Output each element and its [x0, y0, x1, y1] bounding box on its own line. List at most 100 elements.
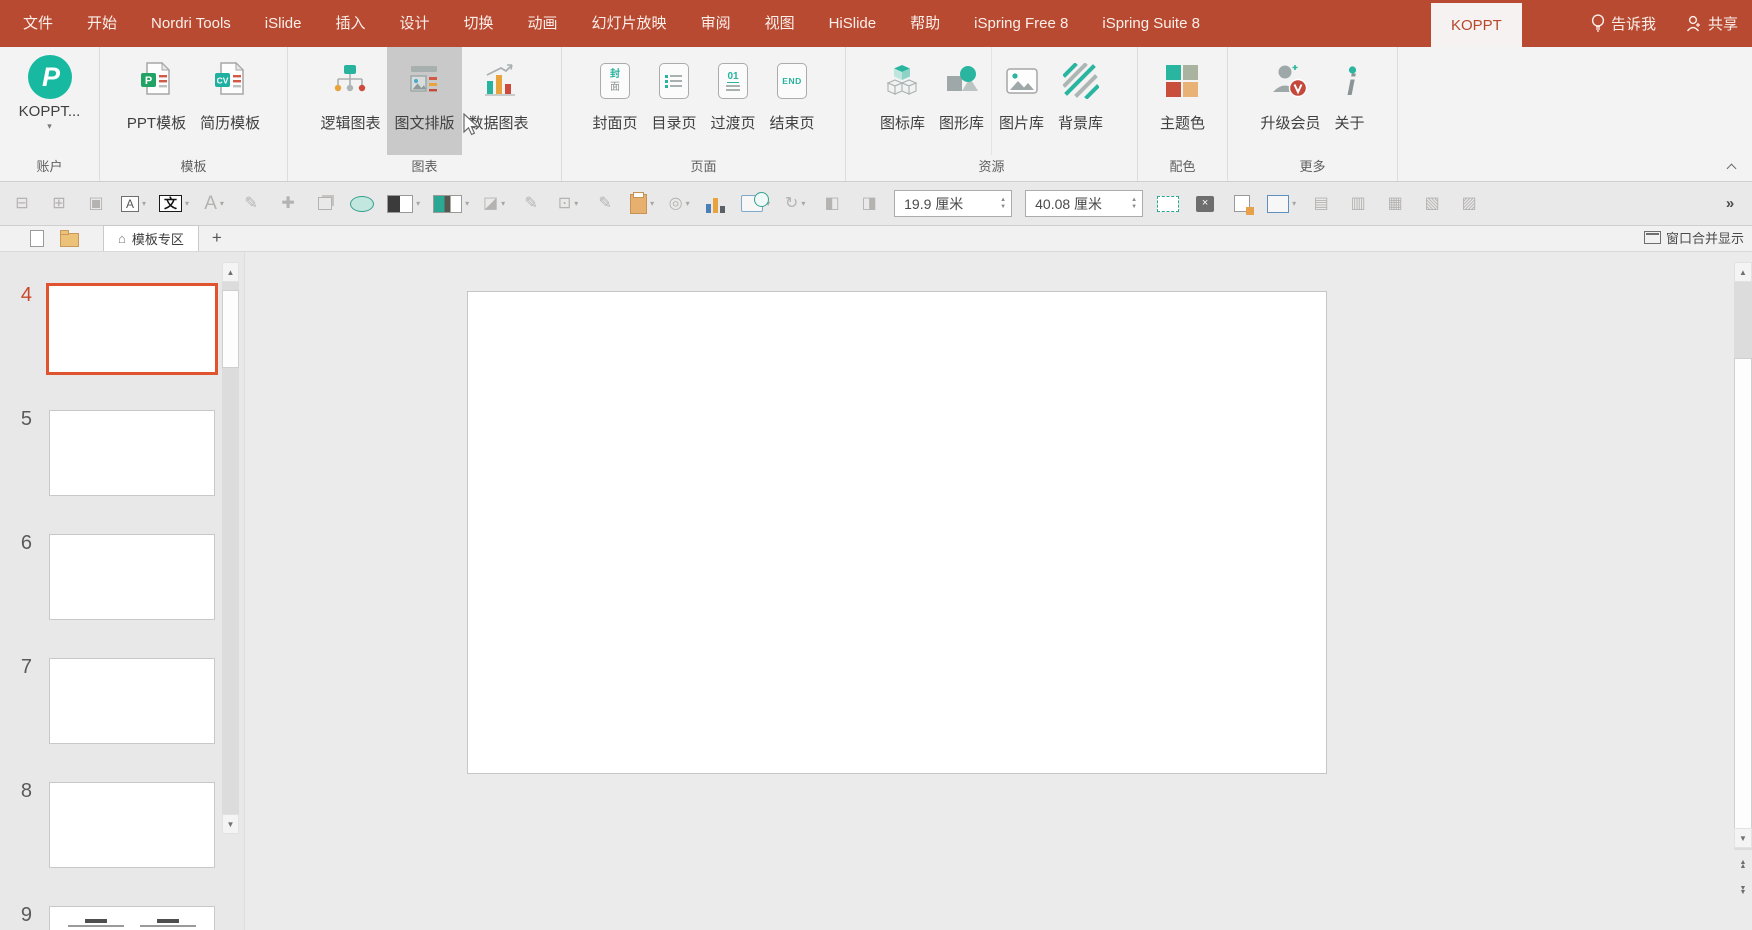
- textbox-style-icon[interactable]: A ▾: [121, 189, 146, 219]
- transition-page-button[interactable]: 01 过渡页: [704, 47, 763, 155]
- arrange-grid-icon[interactable]: ▧: [1420, 189, 1444, 219]
- theme-color-grid-icon: [1165, 55, 1199, 107]
- swap-objects-icon[interactable]: ▨: [1457, 189, 1481, 219]
- menu-tab[interactable]: iSlide: [248, 0, 319, 47]
- image-text-layout-button[interactable]: 图文排版: [387, 47, 461, 155]
- shape-lens-icon[interactable]: ▾: [741, 189, 770, 219]
- data-chart-button[interactable]: 数据图表: [462, 47, 536, 155]
- menu-tab[interactable]: iSpring Free 8: [957, 0, 1085, 47]
- menu-tab[interactable]: iSpring Suite 8: [1085, 0, 1217, 47]
- thumbnail-scrollbar[interactable]: ▲ ▼: [222, 262, 239, 832]
- resume-template-button[interactable]: CV 简历模板: [193, 47, 267, 155]
- slide-thumbnail[interactable]: [49, 410, 215, 496]
- align-doc-left-icon[interactable]: ▤: [1309, 189, 1333, 219]
- slide-thumbnail[interactable]: [49, 906, 215, 930]
- editor-scroll-down-icon[interactable]: ▼: [1734, 828, 1752, 848]
- fill-theme-swatch-icon[interactable]: ▾: [433, 189, 469, 219]
- background-library-button[interactable]: 背景库: [1051, 47, 1110, 155]
- menu-tab[interactable]: 审阅: [684, 0, 748, 47]
- slide-thumbnail[interactable]: [49, 782, 215, 868]
- slide-canvas[interactable]: [467, 291, 1327, 774]
- upgrade-member-button[interactable]: 升级会员: [1253, 47, 1327, 155]
- end-page-button[interactable]: END 结束页: [763, 47, 822, 155]
- duplicate-object-icon[interactable]: [313, 189, 337, 219]
- format-brush-icon[interactable]: ✎: [239, 189, 263, 219]
- cover-page-button[interactable]: 封面 封面页: [585, 47, 644, 155]
- distribute-shapes-icon[interactable]: ⊞: [47, 189, 71, 219]
- paint-bucket-icon[interactable]: ◪ ▾: [482, 189, 506, 219]
- height-spinner[interactable]: ▲▼: [1131, 197, 1137, 210]
- width-spinner[interactable]: ▲▼: [1000, 197, 1006, 210]
- next-slide-button[interactable]: ▼▼: [1734, 882, 1752, 900]
- koppt-account-button[interactable]: P KOPPT... ▾: [12, 47, 88, 155]
- selection-frame-icon[interactable]: ▾: [1267, 189, 1296, 219]
- eyedropper-icon[interactable]: ✎: [519, 189, 543, 219]
- info-icon: i: [1338, 55, 1362, 107]
- editor-scroll-up-icon[interactable]: ▲: [1734, 262, 1752, 282]
- previous-slide-button[interactable]: ▲▲: [1734, 856, 1752, 874]
- slide-thumbnail[interactable]: [49, 534, 215, 620]
- shape-width-field[interactable]: 19.9 厘米 ▲▼: [894, 190, 1012, 217]
- mini-chart-icon[interactable]: [704, 189, 728, 219]
- more-tools-icon[interactable]: »: [1718, 189, 1742, 219]
- menu-tab[interactable]: 开始: [70, 0, 134, 47]
- align-doc-right-icon[interactable]: ▦: [1383, 189, 1407, 219]
- menu-tab[interactable]: 视图: [748, 0, 812, 47]
- menu-tab[interactable]: 文件: [6, 0, 70, 47]
- shapes-icon: [943, 55, 979, 107]
- shape-height-field[interactable]: 40.08 厘米 ▲▼: [1025, 190, 1143, 217]
- tab-template-zone[interactable]: ⌂ 模板专区: [103, 225, 199, 251]
- toc-page-button[interactable]: 目录页: [644, 47, 703, 155]
- logic-chart-button[interactable]: 逻辑图表: [313, 47, 387, 155]
- fill-bw-swatch-icon[interactable]: ▾: [387, 189, 420, 219]
- collapse-ribbon-chevron-icon[interactable]: [1727, 162, 1736, 171]
- dropdown-arrow-icon: ▾: [416, 199, 420, 208]
- menu-tab[interactable]: 动画: [511, 0, 575, 47]
- pin-tool-icon[interactable]: ✚: [276, 189, 300, 219]
- open-folder-icon[interactable]: [60, 233, 79, 247]
- menu-tab[interactable]: 帮助: [893, 0, 957, 47]
- thumbnail-scroll-down-icon[interactable]: ▼: [222, 814, 239, 834]
- dropdown-arrow-icon: ▾: [142, 199, 146, 208]
- eyedropper-alt-icon[interactable]: ✎: [593, 189, 617, 219]
- menu-tab[interactable]: 插入: [318, 0, 382, 47]
- window-merge-toggle[interactable]: 窗口合并显示: [1644, 228, 1744, 251]
- add-tab-button[interactable]: +: [199, 228, 235, 251]
- thumbnail-scroll-up-icon[interactable]: ▲: [222, 262, 239, 282]
- merge-shapes-icon[interactable]: ◎ ▾: [667, 189, 691, 219]
- align-doc-center-icon[interactable]: ▥: [1346, 189, 1370, 219]
- about-button[interactable]: i 关于: [1328, 47, 1372, 155]
- new-document-icon[interactable]: [30, 230, 44, 247]
- menu-tab[interactable]: 切换: [447, 0, 511, 47]
- slide-thumbnail[interactable]: [49, 658, 215, 744]
- rotate-shape-icon[interactable]: ↻ ▾: [783, 189, 807, 219]
- align-shapes-icon[interactable]: ⊟: [10, 189, 34, 219]
- tell-me-button[interactable]: 告诉我: [1591, 13, 1656, 34]
- tab-koppt-active[interactable]: KOPPT: [1431, 3, 1522, 47]
- paste-clipboard-icon[interactable]: ▾: [630, 189, 654, 219]
- ppt-template-button[interactable]: P PPT模板: [120, 47, 193, 155]
- editor-scrollbar[interactable]: ▲ ▼ ▲▲ ▼▼: [1734, 262, 1752, 902]
- delete-box-icon[interactable]: ×: [1193, 189, 1217, 219]
- menu-tab[interactable]: HiSlide: [812, 0, 894, 47]
- icon-library-button[interactable]: 图标库: [873, 47, 932, 155]
- picture-library-button[interactable]: 图片库: [991, 47, 1051, 155]
- menu-tab[interactable]: 设计: [383, 0, 447, 47]
- send-back-icon[interactable]: ◨: [857, 189, 881, 219]
- menu-tab[interactable]: 幻灯片放映: [575, 0, 684, 47]
- draw-shape-box-icon[interactable]: ⊡ ▾: [556, 189, 580, 219]
- group-shapes-icon[interactable]: ▣: [84, 189, 108, 219]
- share-button[interactable]: 共享: [1686, 13, 1738, 34]
- ellipse-tool-icon[interactable]: [350, 189, 374, 219]
- text-placeholder-icon[interactable]: [1156, 189, 1180, 219]
- slide-thumbnail[interactable]: [49, 286, 215, 372]
- shape-library-button[interactable]: 图形库: [932, 47, 991, 155]
- font-color-icon[interactable]: A ▾: [202, 189, 226, 219]
- thumbnail-scroll-thumb[interactable]: [222, 290, 239, 368]
- copy-format-icon[interactable]: [1230, 189, 1254, 219]
- theme-color-button[interactable]: 主题色: [1153, 47, 1212, 155]
- wen-text-tool-icon[interactable]: 文 ▾: [159, 189, 189, 219]
- menu-tab[interactable]: Nordri Tools: [134, 0, 248, 47]
- editor-scroll-thumb[interactable]: [1734, 358, 1752, 835]
- bring-front-icon[interactable]: ◧: [820, 189, 844, 219]
